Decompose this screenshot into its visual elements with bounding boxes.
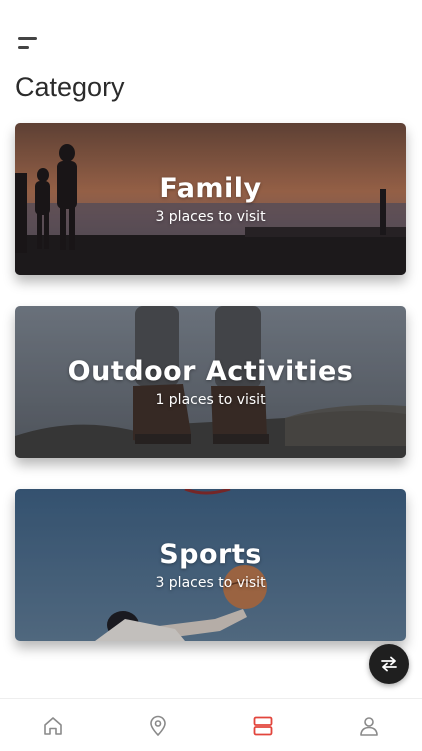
swap-button[interactable] [369,644,409,684]
category-name: Outdoor Activities [67,356,354,388]
menu-icon [18,37,37,40]
menu-icon-line [18,46,29,49]
menu-button[interactable] [14,32,42,56]
nav-categories[interactable] [250,713,276,739]
home-icon [44,717,62,735]
swap-arrows-icon [381,656,397,672]
category-list-icon [253,716,273,736]
page-title: Category [15,72,125,102]
bottom-nav [0,698,422,751]
nav-home[interactable] [40,713,66,739]
category-card-family[interactable]: Family 3 places to visit [15,123,406,275]
nav-profile[interactable] [356,713,382,739]
category-name: Sports [159,539,262,571]
category-count: 1 places to visit [155,391,266,408]
category-card-sports[interactable]: Sports 3 places to visit [15,489,406,641]
nav-places[interactable] [145,713,171,739]
category-count: 3 places to visit [155,208,266,225]
category-name: Family [159,173,262,205]
category-card-outdoor-activities[interactable]: Outdoor Activities 1 places to visit [15,306,406,458]
category-count: 3 places to visit [155,574,266,591]
user-icon [360,717,378,736]
map-pin-icon [150,715,166,736]
